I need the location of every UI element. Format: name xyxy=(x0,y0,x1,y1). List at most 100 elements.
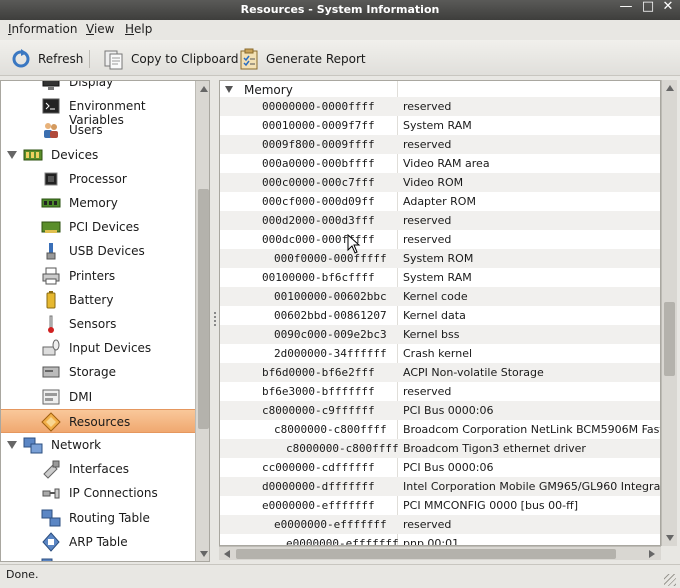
sidebar-item-network[interactable]: Network xyxy=(1,433,195,457)
list-row[interactable]: e0000000-efffffff reserved xyxy=(220,515,660,534)
sidebar-item-memory[interactable]: Memory xyxy=(1,191,195,215)
expander-icon[interactable] xyxy=(7,441,17,449)
menu-help[interactable]: Help xyxy=(125,22,152,36)
list-row[interactable]: bf6e3000-bfffffff reserved xyxy=(220,382,660,401)
resource-description: PCI Bus 0000:06 xyxy=(403,404,494,417)
refresh-button[interactable]: Refresh xyxy=(10,47,83,71)
sidebar-item-routing-table[interactable]: Routing Table xyxy=(1,506,195,530)
scroll-left-icon[interactable] xyxy=(224,550,230,558)
list-vertical-scrollbar[interactable] xyxy=(661,80,677,546)
list-row[interactable]: e0000000-efffffff pnp 00:01 xyxy=(220,534,660,545)
address-range: bf6d0000-bf6e2fff xyxy=(262,366,375,379)
list-row[interactable]: bf6d0000-bf6e2fff ACPI Non-volatile Stora… xyxy=(220,363,660,382)
expander-icon[interactable] xyxy=(7,150,17,159)
list-row[interactable]: e0000000-efffffff PCI MMCONFIG 0000 [bus … xyxy=(220,496,660,515)
sidebar-item-ip-connections[interactable]: IP Connections xyxy=(1,481,195,505)
splitter-grip[interactable] xyxy=(214,312,216,326)
status-text: Done. xyxy=(6,568,39,581)
sidebar-item-resources[interactable]: Resources xyxy=(1,408,195,433)
scroll-down-icon[interactable] xyxy=(200,551,208,557)
sidebar-tree[interactable]: Display Environment Variables Users Devices… xyxy=(0,80,210,562)
sidebar-item-input-devices[interactable]: Input Devices xyxy=(1,336,195,360)
scroll-up-icon[interactable] xyxy=(666,85,674,91)
sidebar-item-label: Network xyxy=(51,438,102,452)
resource-description: Broadcom Tigon3 ethernet driver xyxy=(403,442,586,455)
list-row[interactable]: 2d000000-34ffffff Crash kernel xyxy=(220,344,660,363)
list-row[interactable]: c8000000-c9ffffff PCI Bus 0000:06 xyxy=(220,401,660,420)
sidebar-scrollbar[interactable] xyxy=(195,81,209,561)
resource-description: Intel Corporation Mobile GM965/GL960 Int… xyxy=(403,480,661,493)
list-row[interactable]: 000d2000-000d3fff reserved xyxy=(220,211,660,230)
sidebar-item-usb-devices[interactable]: USB Devices xyxy=(1,239,195,263)
list-row[interactable]: d0000000-dfffffff Intel Corporation Mobil… xyxy=(220,477,661,496)
resources-list[interactable]: Memory 00000000-0000ffff reserved 00010000… xyxy=(219,80,661,546)
sidebar-item-arp-table[interactable]: ARP Table xyxy=(1,530,195,554)
list-row[interactable]: 000cf000-000d09ff Adapter ROM xyxy=(220,192,660,211)
sidebar-item-storage[interactable]: Storage xyxy=(1,360,195,384)
refresh-icon xyxy=(10,48,32,70)
list-row[interactable]: 000c0000-000c7fff Video ROM xyxy=(220,173,660,192)
scroll-down-icon[interactable] xyxy=(666,535,674,541)
expander-icon[interactable] xyxy=(225,86,233,93)
address-range: 00100000-00602bbc xyxy=(274,290,387,303)
list-row[interactable]: 00100000-00602bbc Kernel code xyxy=(220,287,660,306)
sidebar-item-label: Users xyxy=(69,123,103,138)
list-row[interactable]: 000f0000-000fffff System ROM xyxy=(220,249,660,268)
address-range: 000d2000-000d3fff xyxy=(262,214,375,227)
minimize-icon[interactable]: — xyxy=(616,0,636,16)
list-row[interactable]: 00602bbd-00861207 Kernel data xyxy=(220,306,660,325)
list-scroll-thumb[interactable] xyxy=(664,302,675,376)
resize-grip[interactable] xyxy=(664,574,676,586)
address-range: d0000000-dfffffff xyxy=(262,480,375,493)
sidebar-item-dmi[interactable]: DMI xyxy=(1,385,195,409)
list-row[interactable]: 00010000-0009f7ff System RAM xyxy=(220,116,660,135)
address-range: 000f0000-000fffff xyxy=(274,252,387,265)
address-range: e0000000-efffffff xyxy=(262,499,375,512)
sidebar-item-users[interactable]: Users xyxy=(1,118,195,142)
resource-description: PCI Bus 0000:06 xyxy=(403,461,494,474)
resource-description: Crash kernel xyxy=(403,347,473,360)
list-row[interactable]: 0009f800-0009ffff reserved xyxy=(220,135,660,154)
close-icon[interactable]: ✕ xyxy=(658,0,678,16)
list-row[interactable]: cc000000-cdffffff PCI Bus 0000:06 xyxy=(220,458,660,477)
sidebar-item-display[interactable]: Display xyxy=(1,80,195,94)
list-row[interactable]: 000a0000-000bffff Video RAM area xyxy=(220,154,660,173)
sidebar-item-label: Resources xyxy=(69,414,131,429)
resource-description: reserved xyxy=(403,100,452,113)
window-title: Resources - System Information xyxy=(240,3,440,16)
list-horizontal-scrollbar[interactable] xyxy=(219,546,661,560)
maximize-icon[interactable]: □ xyxy=(638,0,658,16)
sidebar-item-interfaces[interactable]: Interfaces xyxy=(1,457,195,481)
resource-description: Video ROM xyxy=(403,176,464,189)
sidebar-item-dns-servers[interactable]: DNS Servers xyxy=(1,554,195,561)
list-row[interactable]: c8000000-c800ffff Broadcom Corporation Ne… xyxy=(220,420,660,439)
menu-view[interactable]: View xyxy=(86,22,114,36)
list-row[interactable]: c8000000-c800ffff Broadcom Tigon3 etherne… xyxy=(220,439,660,458)
menu-information[interactable]: Information xyxy=(8,22,77,36)
sidebar-item-label: Processor xyxy=(69,171,127,186)
sidebar-item-printers[interactable]: Printers xyxy=(1,264,195,288)
interfaces-icon xyxy=(41,459,61,479)
sidebar-scroll-thumb[interactable] xyxy=(198,189,209,429)
usb-icon xyxy=(41,241,61,261)
menu-bar: Information View Help xyxy=(0,20,680,40)
sidebar-item-environment-variables[interactable]: Environment Variables xyxy=(1,94,195,127)
pci-icon xyxy=(41,217,61,237)
copy-to-clipboard-button[interactable]: Copy to Clipboard xyxy=(103,47,238,71)
sidebar-item-battery[interactable]: Battery xyxy=(1,288,195,312)
list-row[interactable]: 0090c000-009e2bc3 Kernel bss xyxy=(220,325,660,344)
sidebar-item-label: Display xyxy=(69,80,114,89)
address-range: bf6e3000-bfffffff xyxy=(262,385,375,398)
sidebar-item-processor[interactable]: Processor xyxy=(1,167,195,191)
sidebar-item-devices[interactable]: Devices xyxy=(1,143,195,167)
sidebar-item-label: Routing Table xyxy=(69,510,150,525)
list-row[interactable]: 000dc000-000fffff reserved xyxy=(220,230,660,249)
list-row[interactable]: 00100000-bf6cffff System RAM xyxy=(220,268,660,287)
sidebar-item-sensors[interactable]: Sensors xyxy=(1,312,195,336)
generate-report-button[interactable]: Generate Report xyxy=(238,47,366,71)
hscroll-thumb[interactable] xyxy=(236,549,616,559)
scroll-right-icon[interactable] xyxy=(649,550,655,558)
sidebar-item-pci-devices[interactable]: PCI Devices xyxy=(1,215,195,239)
scroll-up-icon[interactable] xyxy=(200,86,208,92)
list-row[interactable]: 00000000-0000ffff reserved xyxy=(220,97,660,116)
